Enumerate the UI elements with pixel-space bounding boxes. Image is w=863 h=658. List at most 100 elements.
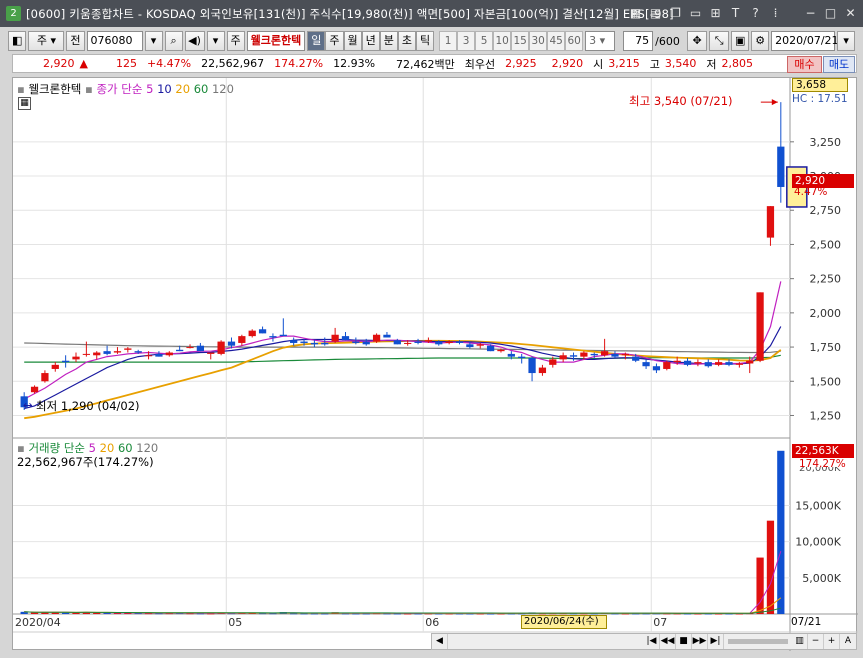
- period-day-button[interactable]: 일: [307, 31, 326, 51]
- candle-body: [51, 364, 59, 369]
- volume-value: 22,562,967: [201, 57, 265, 70]
- help-icon[interactable]: ?: [747, 5, 764, 22]
- best-quote-label: 최우선: [464, 57, 496, 71]
- sell-button[interactable]: 매도: [823, 56, 855, 73]
- chart-area[interactable]: 3,2503,0002,7502,5002,2502,0001,7501,500…: [12, 77, 858, 651]
- copy-icon[interactable]: ❐: [667, 5, 684, 22]
- candle-body: [300, 341, 308, 343]
- sound-dropdown-icon[interactable]: ▾: [206, 31, 225, 51]
- volume-bar: [30, 612, 39, 614]
- volume-ma60-line: [24, 607, 781, 614]
- layout-icon[interactable]: ◧: [8, 31, 27, 51]
- period-week-button[interactable]: 주: [325, 31, 344, 51]
- high-annotation: 최고 3,540 (07/21): [629, 94, 733, 108]
- interval-button[interactable]: 45: [547, 31, 566, 51]
- market-type-label: 주: [36, 34, 47, 47]
- volume-bars: [20, 450, 785, 615]
- next-icon[interactable]: ▶▶: [692, 634, 708, 649]
- candle-body: [652, 366, 661, 371]
- x-axis-label: 06: [425, 616, 439, 629]
- zoom-out-icon[interactable]: −: [808, 634, 824, 649]
- draw-tool-icon[interactable]: ⤡: [709, 31, 730, 51]
- pin-icon[interactable]: ⊞: [707, 5, 724, 22]
- volume-ma5-line: [24, 550, 782, 615]
- vol-ma60-label: 60: [117, 441, 133, 455]
- volume-tick-label: 5,000K: [802, 572, 841, 585]
- best-bid: 2,925: [505, 57, 537, 70]
- save-icon[interactable]: ▣: [731, 31, 750, 51]
- interval-button[interactable]: 10: [493, 31, 512, 51]
- chart-svg[interactable]: 3,2503,0002,7502,5002,2502,0001,7501,500…: [13, 78, 858, 651]
- period-tick-button[interactable]: 틱: [416, 31, 435, 51]
- interval-button[interactable]: 5: [475, 31, 494, 51]
- minimize-icon[interactable]: −: [802, 5, 819, 22]
- stock-code-input[interactable]: 076080: [86, 31, 143, 51]
- candle-body: [341, 336, 350, 341]
- quote-bar: 2,920 ▲ 125 +4.47% 22,562,967 174.27% 12…: [12, 54, 857, 73]
- interval-button[interactable]: 1: [439, 31, 458, 51]
- candle-body: [362, 341, 370, 345]
- chart-scrollbar[interactable]: ◀ |◀ ◀◀ ■ ▶▶ ▶| ▥ − + A: [431, 633, 857, 650]
- count-input[interactable]: 75: [623, 31, 654, 51]
- stop-icon[interactable]: ■: [676, 634, 692, 649]
- calendar-icon[interactable]: ▾: [837, 31, 856, 51]
- jeon-button[interactable]: 전: [66, 31, 85, 51]
- buy-button[interactable]: 매수: [787, 56, 822, 73]
- low-label: 저: [706, 57, 717, 71]
- crosshair-icon[interactable]: ✥: [687, 31, 708, 51]
- interval-button[interactable]: 60: [565, 31, 584, 51]
- interval-button[interactable]: 3: [457, 31, 476, 51]
- font-icon[interactable]: A: [840, 634, 856, 649]
- close-icon[interactable]: ✕: [842, 5, 859, 22]
- candle-body: [217, 341, 225, 354]
- search-icon[interactable]: ⌕: [164, 31, 183, 51]
- candle-body: [176, 349, 184, 352]
- settings-icon[interactable]: ⚙: [751, 31, 770, 51]
- candle-body: [404, 342, 412, 344]
- period-minute-button[interactable]: 분: [379, 31, 398, 51]
- code-dropdown-icon[interactable]: ▾: [144, 31, 163, 51]
- scroll-left-icon[interactable]: ◀: [432, 634, 448, 649]
- market-type-select[interactable]: 주 ▾: [28, 31, 65, 51]
- candle-body: [642, 362, 650, 367]
- table-icon[interactable]: ▦: [18, 97, 31, 110]
- x-axis-label: 2020/04: [15, 616, 61, 629]
- chart-type-icon[interactable]: ▥: [792, 634, 808, 649]
- volume-bar: [777, 450, 785, 614]
- maximize-icon[interactable]: □: [822, 5, 839, 22]
- candle-body: [538, 367, 547, 374]
- candle-body: [290, 340, 298, 343]
- book-icon[interactable]: ▤: [647, 5, 664, 22]
- candle-body: [725, 362, 733, 365]
- date-input[interactable]: 2020/07/21: [771, 31, 839, 51]
- text-icon[interactable]: T: [727, 5, 744, 22]
- period-second-button[interactable]: 초: [397, 31, 417, 51]
- ma120-line: [24, 342, 781, 354]
- zoom-in-icon[interactable]: +: [824, 634, 840, 649]
- candle-body: [424, 340, 433, 342]
- grid-icon[interactable]: ▦: [627, 5, 644, 22]
- prev-icon[interactable]: ◀◀: [660, 634, 676, 649]
- interval-button[interactable]: 30: [529, 31, 548, 51]
- more-icon[interactable]: ⁞: [767, 5, 784, 22]
- candle-body: [704, 362, 712, 367]
- candle-body: [82, 353, 90, 355]
- count-total: /600: [655, 34, 680, 48]
- x-axis-label: 05: [228, 616, 242, 629]
- last-page-icon[interactable]: ▶|: [708, 634, 724, 649]
- candle-body: [445, 341, 453, 343]
- first-page-icon[interactable]: |◀: [644, 634, 660, 649]
- sound-icon[interactable]: ◀): [184, 31, 205, 51]
- zoom-slider[interactable]: [728, 639, 788, 644]
- interval-button[interactable]: 15: [511, 31, 530, 51]
- volume-ma20-line: [24, 597, 782, 614]
- candle-body: [611, 353, 619, 357]
- interval-select[interactable]: 3 ▾: [585, 31, 616, 51]
- price-tick-label: 1,500: [810, 375, 842, 388]
- period-month-button[interactable]: 월: [343, 31, 362, 51]
- top-price-tag: 3,658: [792, 78, 848, 92]
- period-year-button[interactable]: 년: [361, 31, 380, 51]
- candle-body: [559, 355, 567, 360]
- candle-body: [766, 206, 775, 238]
- restore-icon[interactable]: ▭: [687, 5, 704, 22]
